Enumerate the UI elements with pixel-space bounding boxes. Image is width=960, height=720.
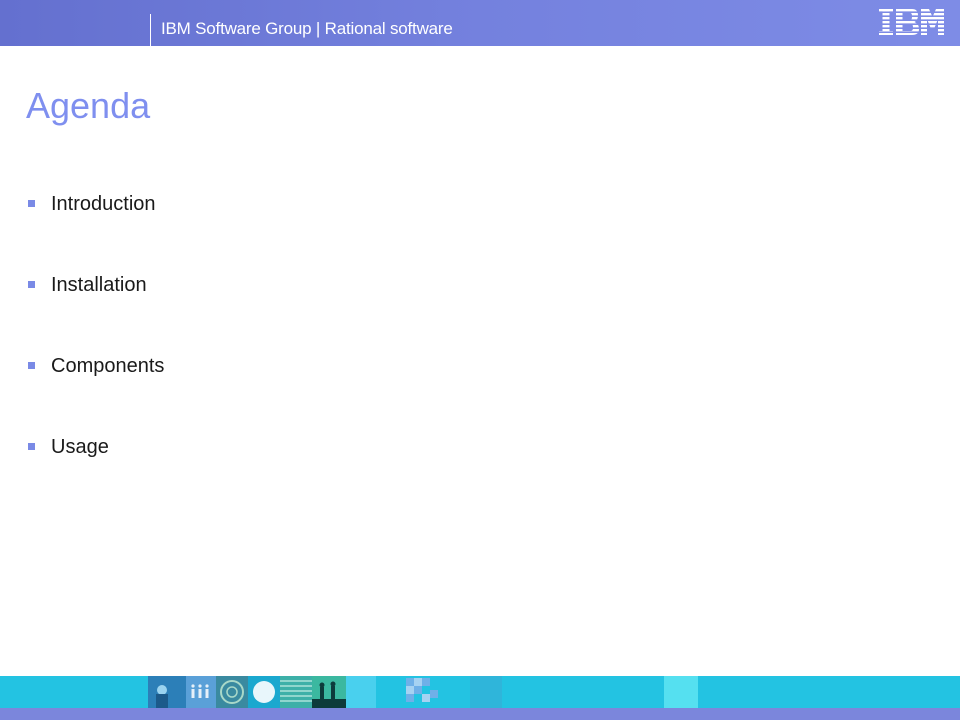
ibm-logo-icon — [879, 9, 944, 35]
agenda-item-label: Usage — [51, 436, 109, 458]
decorative-image-strip — [148, 676, 698, 708]
square-bullet-icon — [28, 200, 35, 207]
header-divider — [150, 14, 151, 46]
agenda-item-label: Introduction — [51, 193, 156, 215]
slide: IBM Software Group | Rational software A… — [0, 0, 960, 720]
header-bar — [0, 0, 960, 46]
slide-title: Agenda — [26, 85, 151, 126]
square-bullet-icon — [28, 281, 35, 288]
header-group-label: IBM Software Group | Rational software — [161, 19, 453, 38]
agenda-item-label: Components — [51, 355, 165, 377]
square-bullet-icon — [28, 443, 35, 450]
square-bullet-icon — [28, 362, 35, 369]
agenda-item-label: Installation — [51, 274, 147, 296]
footer-bottom-bar — [0, 708, 960, 720]
